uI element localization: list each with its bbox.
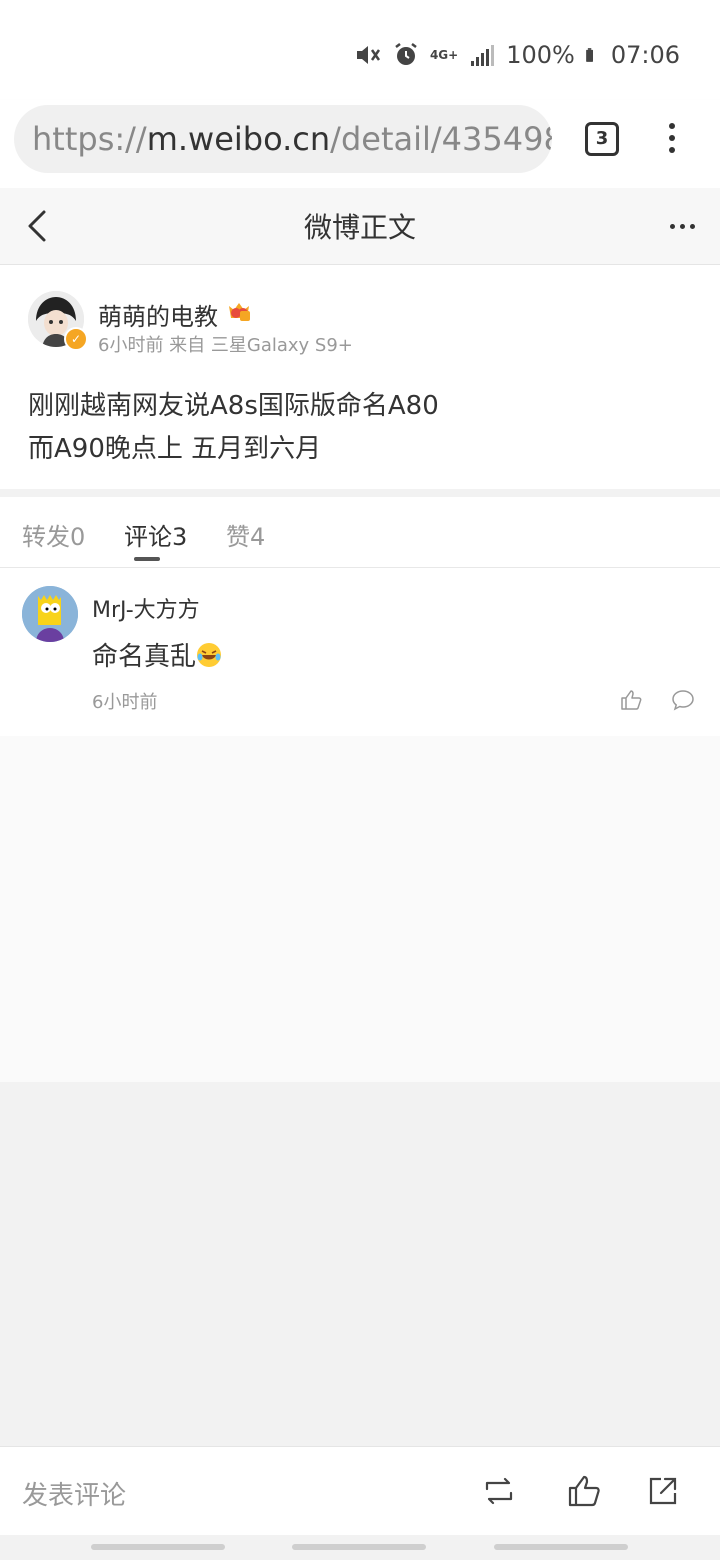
- post-body: 刚刚越南网友说A8s国际版命名A80 而A90晚点上 五月到六月: [28, 385, 439, 471]
- url-path: /detail/435498409: [330, 120, 552, 158]
- commenter-avatar[interactable]: [22, 586, 78, 642]
- comment-text-value: 命名真乱: [92, 642, 197, 672]
- url-bar[interactable]: https://m.weibo.cn/detail/435498409: [14, 105, 552, 173]
- comment-like-icon[interactable]: [619, 688, 643, 712]
- tab-switcher-button[interactable]: 3: [585, 122, 619, 156]
- tab-reposts[interactable]: 转发0: [22, 517, 85, 552]
- post-text-line: 刚刚越南网友说A8s国际版命名A80: [28, 391, 439, 421]
- url-host: m.weibo.cn: [146, 120, 331, 158]
- like-icon[interactable]: [566, 1473, 602, 1509]
- battery-icon: [585, 48, 593, 62]
- author-name[interactable]: 萌萌的电教: [98, 297, 218, 332]
- network-type: 4G+: [429, 48, 459, 62]
- nav-gesture-bar[interactable]: [91, 1544, 225, 1550]
- bottom-action-bar: 发表评论: [0, 1446, 720, 1535]
- nav-gesture-bar[interactable]: [494, 1544, 628, 1550]
- signal-icon: [471, 45, 495, 66]
- page-header: 微博正文: [0, 188, 720, 265]
- comment-time: 6小时前: [92, 692, 158, 713]
- clock: 07:06: [610, 41, 680, 69]
- bart-avatar-icon: [22, 586, 78, 642]
- commenter-name[interactable]: MrJ-大方方: [92, 592, 200, 624]
- browser-toolbar: https://m.weibo.cn/detail/435498409 3: [0, 100, 720, 188]
- page-title: 微博正文: [303, 211, 416, 244]
- comment-list: MrJ-大方方 命名真乱 6小时前: [0, 568, 720, 736]
- browser-menu-icon[interactable]: [660, 120, 684, 160]
- comment-input[interactable]: 发表评论: [22, 1475, 126, 1512]
- tab-comments[interactable]: 评论3: [124, 517, 187, 552]
- comment-reply-icon[interactable]: [671, 688, 695, 712]
- more-options-icon[interactable]: [670, 216, 700, 236]
- url-prefix: https://: [32, 120, 147, 158]
- laughing-emoji-icon: [197, 643, 222, 667]
- screen: 4G+ 100% 07:06 https://m.weibo.cn/detail…: [0, 0, 720, 1560]
- post-meta: 6小时前 来自 三星Galaxy S9+: [98, 335, 353, 356]
- post-text-line: 而A90晚点上 五月到六月: [28, 434, 322, 464]
- comment-text: 命名真乱: [92, 636, 222, 673]
- status-icons: 4G+ 100% 07:06: [354, 38, 680, 72]
- battery-percent: 100%: [506, 41, 575, 69]
- alarm-icon: [395, 43, 417, 65]
- active-tab-indicator: [134, 557, 160, 561]
- member-crown-icon[interactable]: [226, 297, 252, 323]
- mute-icon: [356, 46, 380, 64]
- repost-icon[interactable]: [481, 1473, 517, 1509]
- url-text[interactable]: https://m.weibo.cn/detail/435498409: [32, 120, 552, 158]
- empty-area: [0, 736, 720, 1082]
- nav-gesture-bar[interactable]: [292, 1544, 426, 1550]
- verified-badge-icon: ✓: [64, 327, 88, 351]
- interaction-tabs: 转发0 评论3 赞4: [0, 497, 720, 568]
- tab-likes[interactable]: 赞4: [226, 517, 265, 552]
- share-icon[interactable]: [645, 1473, 681, 1509]
- status-bar: 4G+ 100% 07:06: [0, 0, 720, 100]
- weibo-post: ✓ 萌萌的电教 6小时前 来自 三星Galaxy S9+ 刚刚越南网友说A8s国…: [0, 265, 720, 489]
